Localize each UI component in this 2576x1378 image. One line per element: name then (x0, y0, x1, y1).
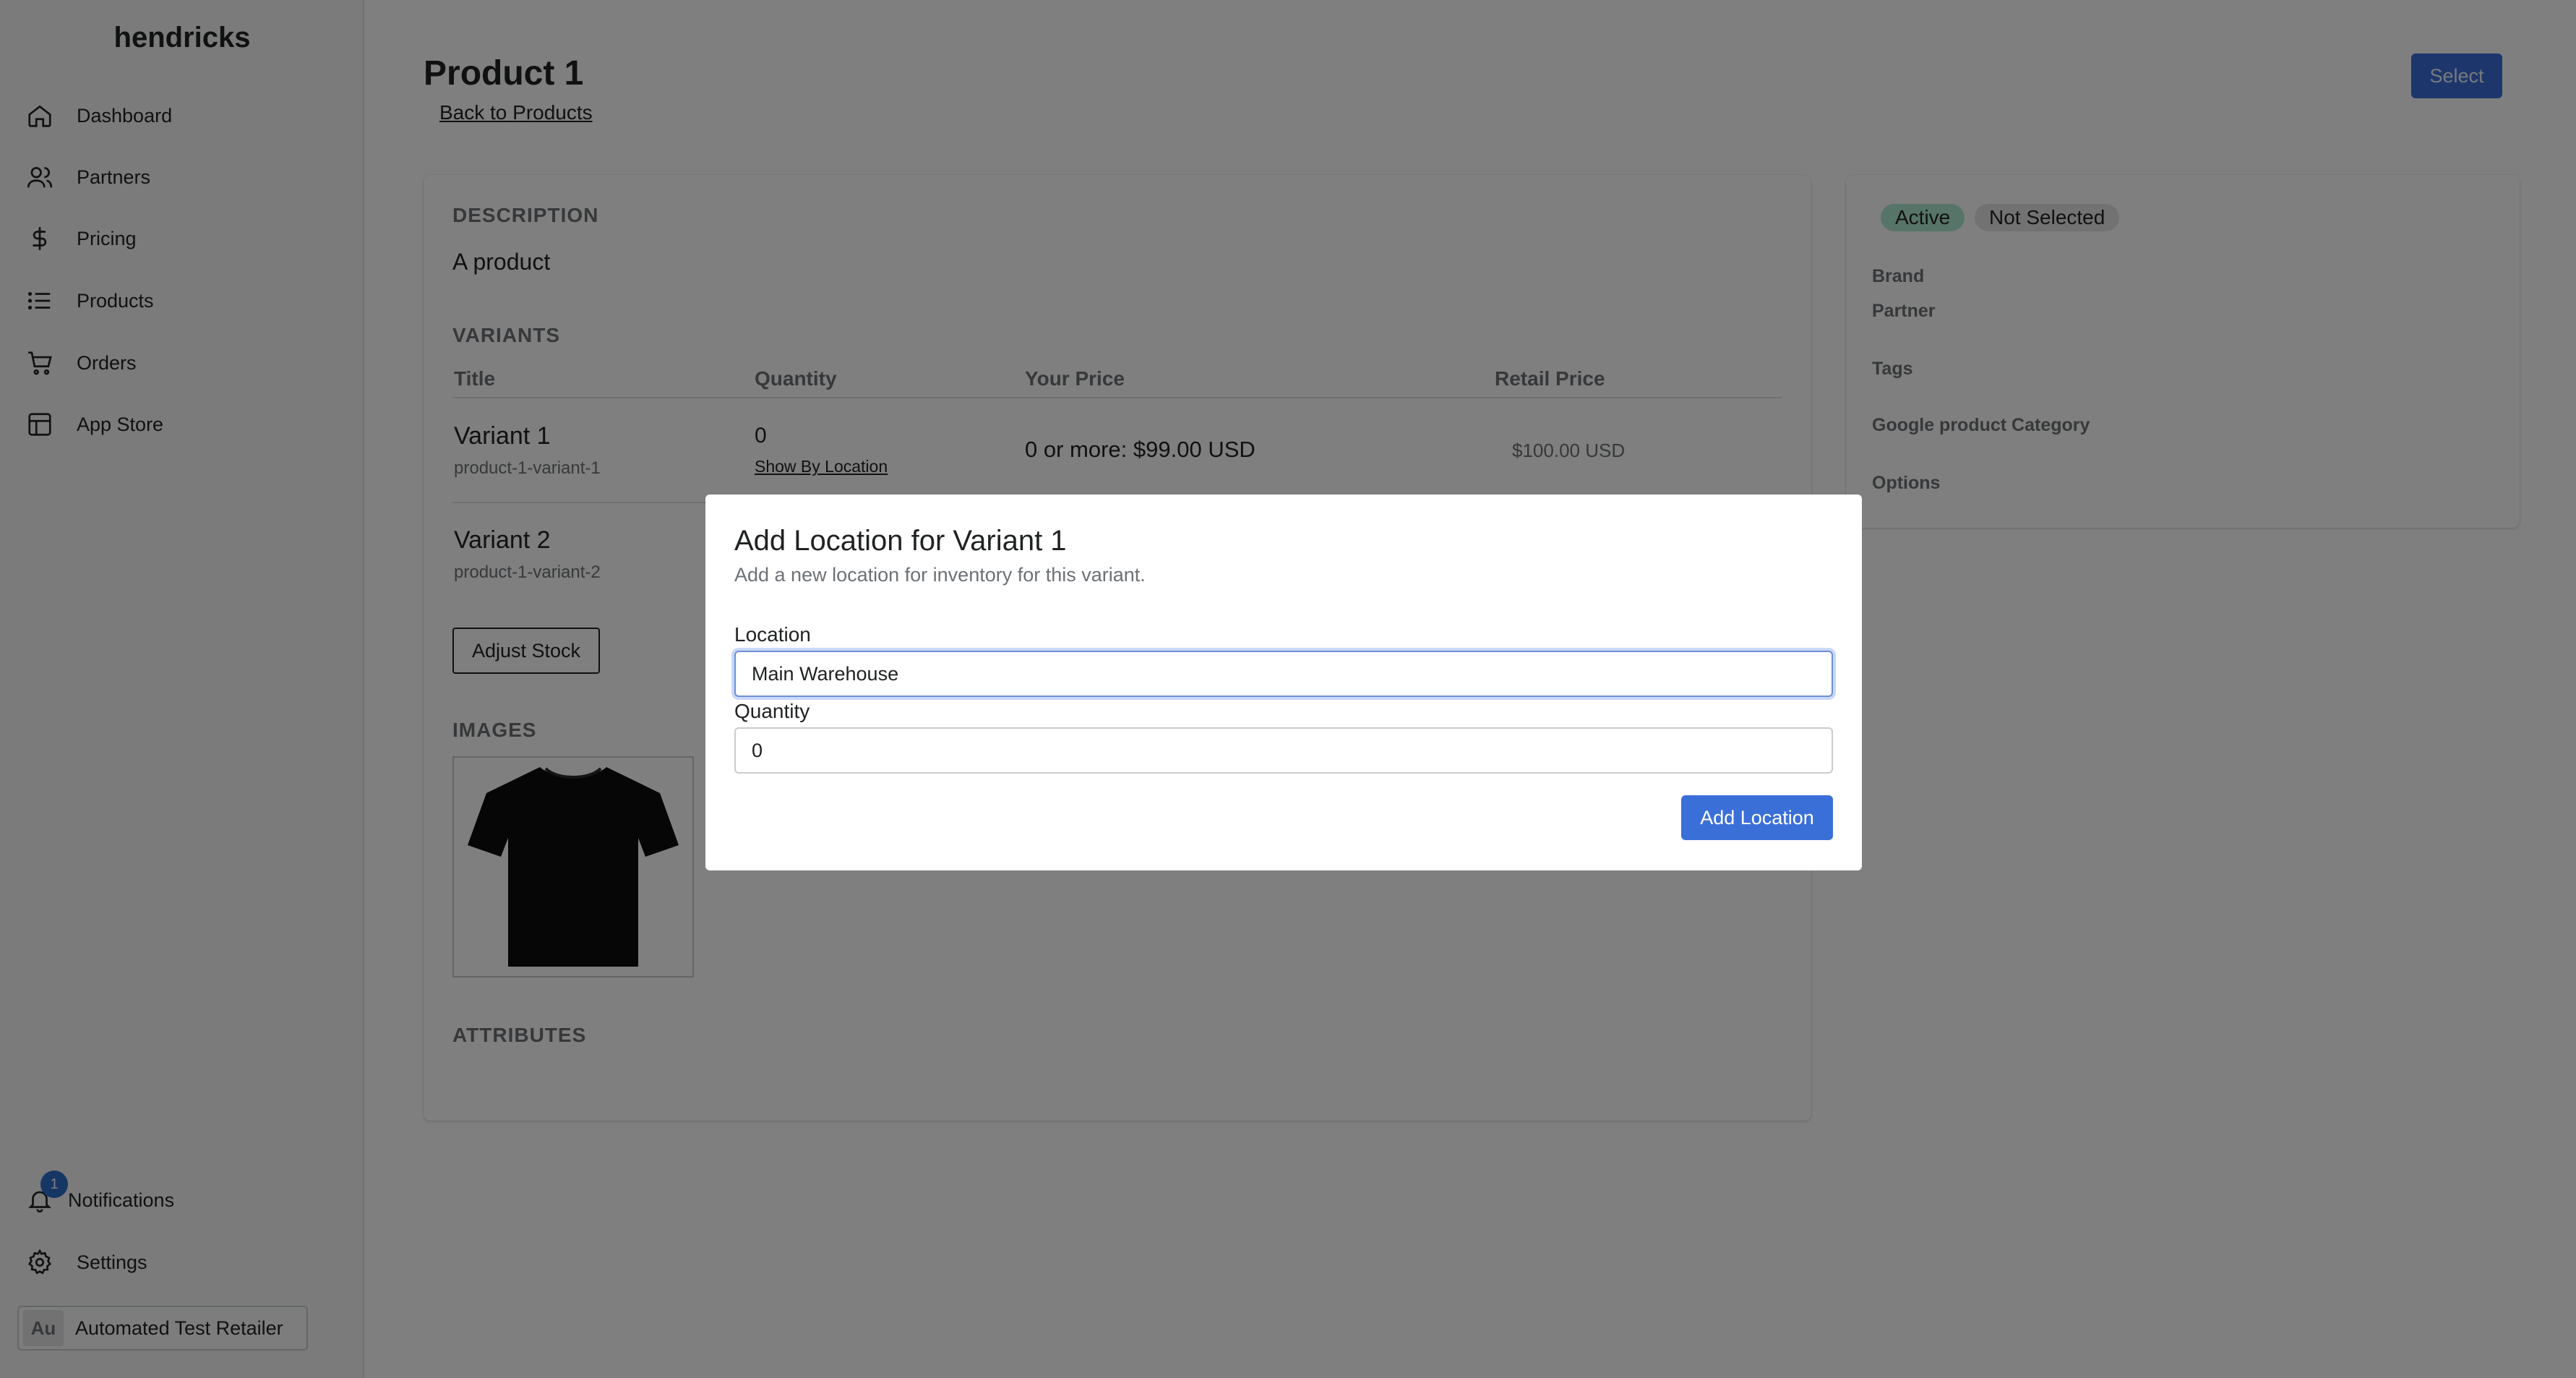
quantity-input[interactable] (734, 727, 1833, 774)
modal-subtitle: Add a new location for inventory for thi… (734, 564, 1146, 586)
modal-title: Add Location for Variant 1 (734, 525, 1067, 557)
quantity-label: Quantity (734, 700, 810, 722)
location-label: Location (734, 623, 811, 646)
add-location-button[interactable]: Add Location (1681, 795, 1833, 840)
location-input[interactable] (734, 651, 1833, 697)
add-location-modal: Add Location for Variant 1 Add a new loc… (705, 495, 1862, 870)
